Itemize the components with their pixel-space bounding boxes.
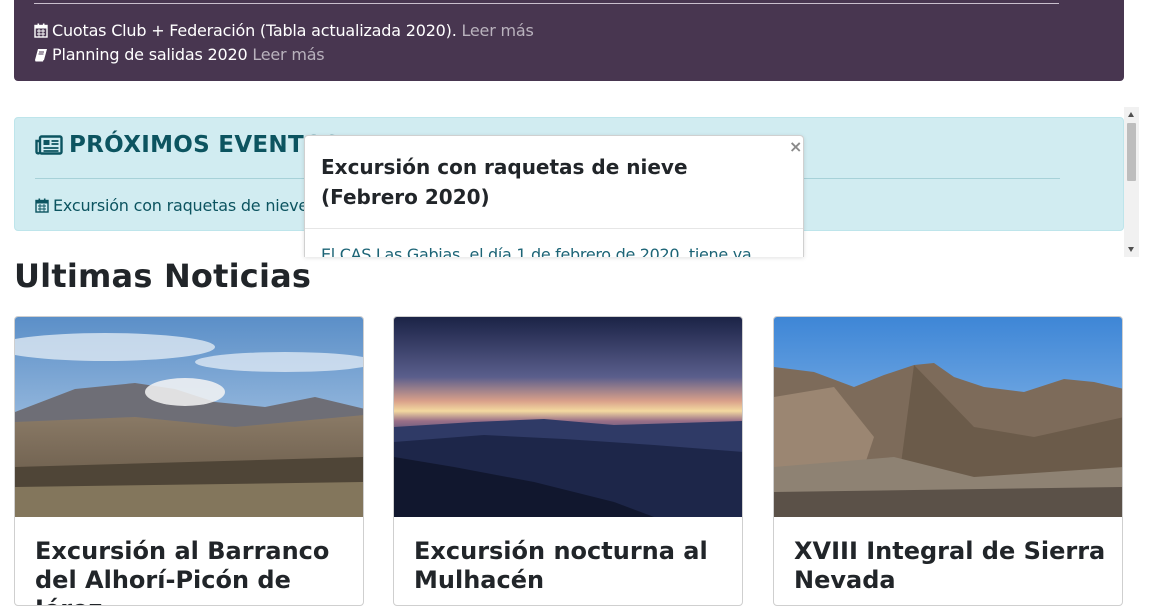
news-heading: Ultimas Noticias [14,257,312,295]
calendar-icon [34,23,48,42]
popover-body: El CAS Las Gabias, el día 1 de febrero d… [321,245,752,257]
list-item-planning: Planning de salidas 2020 Leer más [34,45,325,66]
list-item-cuotas: Cuotas Club + Federación (Tabla actualiz… [34,21,534,42]
read-more-link[interactable]: Leer más [252,45,324,64]
item-text: Planning de salidas 2020 [52,45,248,64]
card-image[interactable] [15,317,363,517]
event-popover: Excursión con raquetas de nieve (Febrero… [304,135,804,257]
events-title: PRÓXIMOS EVENTOS [35,132,341,161]
divider [305,228,803,229]
item-text: Cuotas Club + Federación (Tabla actualiz… [52,21,457,40]
divider [34,3,1059,4]
read-more-link[interactable]: Leer más [461,21,533,40]
news-card[interactable]: Excursión nocturna al Mulhacén [393,316,743,606]
card-title[interactable]: Excursión nocturna al Mulhacén [414,537,734,595]
scroll-up-arrow[interactable] [1128,112,1134,117]
scroll-down-arrow[interactable] [1128,247,1134,252]
card-image[interactable] [394,317,742,517]
news-card[interactable]: XVIII Integral de Sierra Nevada [773,316,1123,606]
card-image[interactable] [774,317,1122,517]
calendar-icon [35,198,49,217]
newspaper-icon [35,135,63,161]
card-title[interactable]: Excursión al Barranco del Alhorí-Picón d… [35,537,355,605]
scroll-thumb[interactable] [1127,123,1136,181]
scrollbar[interactable] [1124,107,1139,257]
popover-title: Excursión con raquetas de nieve (Febrero… [321,155,688,209]
close-icon[interactable]: × [789,137,802,156]
info-panel: Cuotas Club + Federación (Tabla actualiz… [14,0,1124,81]
card-title[interactable]: XVIII Integral de Sierra Nevada [794,537,1114,595]
news-card[interactable]: Excursión al Barranco del Alhorí-Picón d… [14,316,364,606]
book-icon [34,47,48,66]
